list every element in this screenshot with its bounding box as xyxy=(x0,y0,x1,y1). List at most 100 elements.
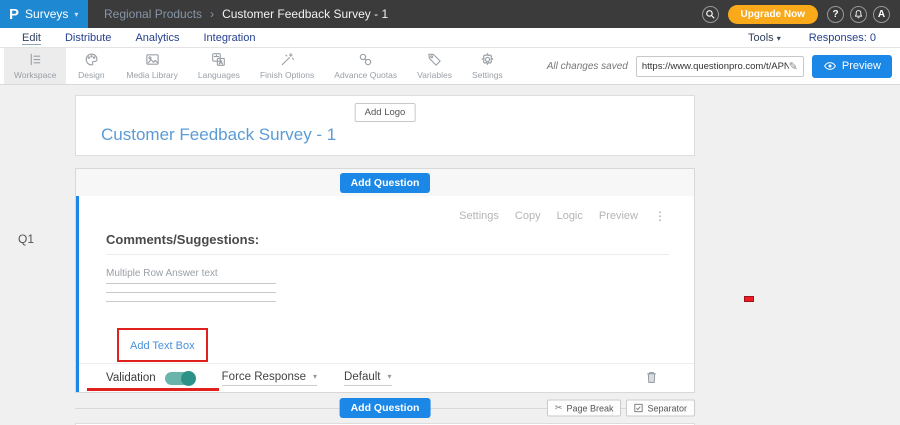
survey-content-column: Add Logo Customer Feedback Survey - 1 Ad… xyxy=(75,95,695,425)
toolbar-label: Advance Quotas xyxy=(334,70,397,80)
survey-title[interactable]: Customer Feedback Survey - 1 xyxy=(101,125,336,145)
breadcrumb-folder[interactable]: Regional Products xyxy=(104,7,202,21)
answer-row[interactable] xyxy=(106,293,276,302)
palette-icon xyxy=(84,52,99,67)
magic-wand-icon xyxy=(280,52,295,67)
nav-tab-integration[interactable]: Integration xyxy=(191,32,267,44)
gear-icon xyxy=(480,52,495,67)
page-break-button[interactable]: ✂ Page Break xyxy=(547,400,622,417)
preview-button[interactable]: Preview xyxy=(812,55,892,78)
nav-tab-analytics[interactable]: Analytics xyxy=(123,32,191,44)
product-label: Surveys xyxy=(25,7,68,21)
toolbar-item-variables[interactable]: Variables xyxy=(407,48,462,84)
notifications-button[interactable] xyxy=(850,6,867,23)
survey-editor-canvas: Q1 Add Logo Customer Feedback Survey - 1… xyxy=(0,85,900,425)
breadcrumb: Regional Products › Customer Feedback Su… xyxy=(104,7,388,21)
question-preview-button[interactable]: Preview xyxy=(599,210,638,222)
validation-label: Validation xyxy=(106,372,156,384)
question-number-label: Q1 xyxy=(18,232,34,246)
edit-url-icon[interactable]: ✎ xyxy=(789,60,798,73)
questionpro-logo-icon: P xyxy=(9,7,19,22)
chevron-down-icon: ▾ xyxy=(74,10,78,19)
toolbar-item-design[interactable]: Design xyxy=(66,48,116,84)
nav-right: Tools ▾ Responses: 0 xyxy=(748,32,890,44)
tag-icon xyxy=(427,52,442,67)
toolbar-label: Workspace xyxy=(14,70,56,80)
validation-toggle[interactable] xyxy=(165,372,195,385)
answer-row-placeholder[interactable]: Multiple Row Answer text xyxy=(106,268,276,284)
workspace-icon xyxy=(28,52,43,67)
toolbar-item-settings[interactable]: Settings xyxy=(462,48,513,84)
trash-icon xyxy=(645,370,658,384)
responses-count[interactable]: Responses: 0 xyxy=(809,32,876,44)
avatar[interactable]: A xyxy=(873,6,890,23)
toolbar-label: Design xyxy=(78,70,104,80)
tools-label: Tools xyxy=(748,32,774,44)
add-question-strip: Add Question xyxy=(76,169,694,196)
question-settings-button[interactable]: Settings xyxy=(459,210,499,222)
breadcrumb-survey-name: Customer Feedback Survey - 1 xyxy=(222,7,388,21)
bell-icon xyxy=(853,9,864,20)
avatar-initial: A xyxy=(878,9,885,20)
survey-url-box: ✎ xyxy=(636,56,804,77)
nav-tab-distribute[interactable]: Distribute xyxy=(53,32,123,44)
add-text-box-link[interactable]: Add Text Box xyxy=(130,340,195,352)
force-response-dropdown[interactable]: Force Response ▾ xyxy=(222,371,317,386)
toolbar-item-advance-quotas[interactable]: Advance Quotas xyxy=(324,48,407,84)
question-section: Add Question Settings Copy Logic Preview… xyxy=(75,168,695,393)
red-dash-annotation xyxy=(744,296,754,302)
upgrade-now-button[interactable]: Upgrade Now xyxy=(728,5,818,24)
edit-toolbar: Workspace Design Media Library Languages… xyxy=(0,48,900,85)
toolbar-label: Variables xyxy=(417,70,452,80)
toolbar-item-finish-options[interactable]: Finish Options xyxy=(250,48,324,84)
search-button[interactable] xyxy=(702,6,719,23)
separator-icon xyxy=(634,404,643,413)
question-logic-button[interactable]: Logic xyxy=(557,210,583,222)
separator-button[interactable]: Separator xyxy=(626,400,695,417)
kebab-menu-icon[interactable]: ⋮ xyxy=(654,209,666,223)
translate-icon xyxy=(211,52,226,67)
page-break-label: Page Break xyxy=(566,403,613,413)
toolbar-label: Languages xyxy=(198,70,240,80)
toolbar-item-languages[interactable]: Languages xyxy=(188,48,250,84)
add-logo-button[interactable]: Add Logo xyxy=(355,103,416,122)
validation-red-underline-annotation xyxy=(87,388,219,391)
chevron-down-icon: ▾ xyxy=(387,372,391,381)
force-response-label: Force Response xyxy=(222,371,306,383)
multirow-answer-area: Multiple Row Answer text xyxy=(106,268,276,302)
chevron-down-icon: ▾ xyxy=(313,372,317,381)
question-copy-button[interactable]: Copy xyxy=(515,210,541,222)
answer-row[interactable] xyxy=(106,284,276,293)
preview-label: Preview xyxy=(842,60,881,72)
main-nav: Edit Distribute Analytics Integration To… xyxy=(0,28,900,48)
page-break-separator-group: ✂ Page Break Separator xyxy=(547,400,695,417)
eye-icon xyxy=(823,61,837,71)
question-card-q1: Settings Copy Logic Preview ⋮ Comments/S… xyxy=(76,196,694,392)
page-break-icon: ✂ xyxy=(555,403,563,414)
top-header-bar: P Surveys ▾ Regional Products › Customer… xyxy=(0,0,900,28)
search-icon xyxy=(705,9,716,20)
header-actions: Upgrade Now ? A xyxy=(702,5,900,24)
help-button[interactable]: ? xyxy=(827,6,844,23)
breadcrumb-separator-icon: › xyxy=(210,7,214,21)
default-label: Default xyxy=(344,371,380,383)
survey-header-card: Add Logo Customer Feedback Survey - 1 xyxy=(75,95,695,156)
add-question-button-top[interactable]: Add Question xyxy=(340,173,431,193)
question-actions: Settings Copy Logic Preview ⋮ xyxy=(459,209,666,223)
question-mark-icon: ? xyxy=(832,9,838,20)
toolbar-item-media-library[interactable]: Media Library xyxy=(116,48,188,84)
separator-label: Separator xyxy=(647,403,687,413)
default-dropdown[interactable]: Default ▾ xyxy=(344,371,391,386)
add-question-button-bottom[interactable]: Add Question xyxy=(340,398,431,418)
toolbar-item-workspace[interactable]: Workspace xyxy=(4,48,66,84)
delete-question-button[interactable] xyxy=(645,370,658,387)
toolbar-right: All changes saved ✎ Preview xyxy=(547,48,900,84)
save-status: All changes saved xyxy=(547,61,628,72)
survey-url-input[interactable] xyxy=(642,61,789,72)
nav-tab-edit[interactable]: Edit xyxy=(10,32,53,44)
image-icon xyxy=(145,52,160,67)
tools-menu[interactable]: Tools ▾ xyxy=(748,32,781,44)
question-title[interactable]: Comments/Suggestions: xyxy=(106,232,259,247)
surveys-app-menu[interactable]: P Surveys ▾ xyxy=(0,0,88,28)
add-text-box-highlight: Add Text Box xyxy=(117,328,208,362)
